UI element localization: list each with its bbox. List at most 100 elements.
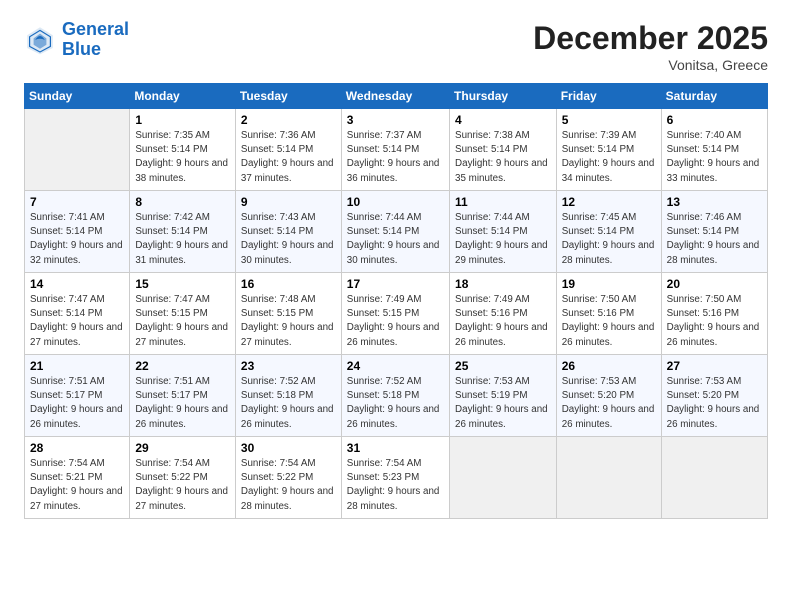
- weekday-header: Sunday: [25, 84, 130, 109]
- cell-info: Sunrise: 7:54 AMSunset: 5:23 PMDaylight:…: [347, 458, 440, 512]
- day-number: 12: [562, 195, 656, 209]
- calendar-cell: 16 Sunrise: 7:48 AMSunset: 5:15 PMDaylig…: [235, 273, 341, 355]
- calendar-cell: 20 Sunrise: 7:50 AMSunset: 5:16 PMDaylig…: [661, 273, 767, 355]
- calendar-cell: 27 Sunrise: 7:53 AMSunset: 5:20 PMDaylig…: [661, 355, 767, 437]
- cell-info: Sunrise: 7:38 AMSunset: 5:14 PMDaylight:…: [455, 130, 548, 184]
- calendar-week: 28 Sunrise: 7:54 AMSunset: 5:21 PMDaylig…: [25, 437, 768, 519]
- weekday-header: Tuesday: [235, 84, 341, 109]
- cell-info: Sunrise: 7:44 AMSunset: 5:14 PMDaylight:…: [455, 212, 548, 266]
- cell-info: Sunrise: 7:49 AMSunset: 5:15 PMDaylight:…: [347, 294, 440, 348]
- logo-text: General Blue: [62, 20, 129, 60]
- day-number: 10: [347, 195, 444, 209]
- calendar-cell: 29 Sunrise: 7:54 AMSunset: 5:22 PMDaylig…: [130, 437, 236, 519]
- cell-info: Sunrise: 7:46 AMSunset: 5:14 PMDaylight:…: [667, 212, 760, 266]
- day-number: 5: [562, 113, 656, 127]
- logo: General Blue: [24, 20, 129, 60]
- cell-info: Sunrise: 7:54 AMSunset: 5:22 PMDaylight:…: [241, 458, 334, 512]
- day-number: 26: [562, 359, 656, 373]
- cell-info: Sunrise: 7:40 AMSunset: 5:14 PMDaylight:…: [667, 130, 760, 184]
- day-number: 24: [347, 359, 444, 373]
- calendar-cell: 25 Sunrise: 7:53 AMSunset: 5:19 PMDaylig…: [450, 355, 557, 437]
- calendar-cell: [25, 109, 130, 191]
- day-number: 15: [135, 277, 230, 291]
- calendar-cell: 1 Sunrise: 7:35 AMSunset: 5:14 PMDayligh…: [130, 109, 236, 191]
- calendar-cell: 31 Sunrise: 7:54 AMSunset: 5:23 PMDaylig…: [341, 437, 449, 519]
- day-number: 11: [455, 195, 551, 209]
- day-number: 18: [455, 277, 551, 291]
- calendar-cell: 23 Sunrise: 7:52 AMSunset: 5:18 PMDaylig…: [235, 355, 341, 437]
- logo-icon: [24, 24, 56, 56]
- cell-info: Sunrise: 7:37 AMSunset: 5:14 PMDaylight:…: [347, 130, 440, 184]
- calendar-cell: 8 Sunrise: 7:42 AMSunset: 5:14 PMDayligh…: [130, 191, 236, 273]
- day-number: 8: [135, 195, 230, 209]
- day-number: 22: [135, 359, 230, 373]
- cell-info: Sunrise: 7:47 AMSunset: 5:15 PMDaylight:…: [135, 294, 228, 348]
- cell-info: Sunrise: 7:43 AMSunset: 5:14 PMDaylight:…: [241, 212, 334, 266]
- calendar-cell: 17 Sunrise: 7:49 AMSunset: 5:15 PMDaylig…: [341, 273, 449, 355]
- calendar-cell: 19 Sunrise: 7:50 AMSunset: 5:16 PMDaylig…: [556, 273, 661, 355]
- weekday-header: Thursday: [450, 84, 557, 109]
- weekday-header: Wednesday: [341, 84, 449, 109]
- calendar-cell: 18 Sunrise: 7:49 AMSunset: 5:16 PMDaylig…: [450, 273, 557, 355]
- calendar-cell: 28 Sunrise: 7:54 AMSunset: 5:21 PMDaylig…: [25, 437, 130, 519]
- cell-info: Sunrise: 7:49 AMSunset: 5:16 PMDaylight:…: [455, 294, 548, 348]
- calendar-cell: [661, 437, 767, 519]
- month-title: December 2025: [533, 20, 768, 57]
- calendar-cell: 4 Sunrise: 7:38 AMSunset: 5:14 PMDayligh…: [450, 109, 557, 191]
- calendar-week: 21 Sunrise: 7:51 AMSunset: 5:17 PMDaylig…: [25, 355, 768, 437]
- day-number: 13: [667, 195, 762, 209]
- day-number: 29: [135, 441, 230, 455]
- calendar-cell: [556, 437, 661, 519]
- cell-info: Sunrise: 7:44 AMSunset: 5:14 PMDaylight:…: [347, 212, 440, 266]
- subtitle: Vonitsa, Greece: [533, 57, 768, 73]
- day-number: 20: [667, 277, 762, 291]
- calendar-cell: 30 Sunrise: 7:54 AMSunset: 5:22 PMDaylig…: [235, 437, 341, 519]
- cell-info: Sunrise: 7:48 AMSunset: 5:15 PMDaylight:…: [241, 294, 334, 348]
- logo-general: General: [62, 19, 129, 39]
- cell-info: Sunrise: 7:39 AMSunset: 5:14 PMDaylight:…: [562, 130, 655, 184]
- calendar-week: 7 Sunrise: 7:41 AMSunset: 5:14 PMDayligh…: [25, 191, 768, 273]
- calendar-cell: 5 Sunrise: 7:39 AMSunset: 5:14 PMDayligh…: [556, 109, 661, 191]
- calendar-week: 14 Sunrise: 7:47 AMSunset: 5:14 PMDaylig…: [25, 273, 768, 355]
- cell-info: Sunrise: 7:53 AMSunset: 5:20 PMDaylight:…: [667, 376, 760, 430]
- cell-info: Sunrise: 7:54 AMSunset: 5:21 PMDaylight:…: [30, 458, 123, 512]
- day-number: 6: [667, 113, 762, 127]
- day-number: 25: [455, 359, 551, 373]
- calendar-table: SundayMondayTuesdayWednesdayThursdayFrid…: [24, 83, 768, 519]
- cell-info: Sunrise: 7:51 AMSunset: 5:17 PMDaylight:…: [30, 376, 123, 430]
- calendar-cell: 15 Sunrise: 7:47 AMSunset: 5:15 PMDaylig…: [130, 273, 236, 355]
- cell-info: Sunrise: 7:54 AMSunset: 5:22 PMDaylight:…: [135, 458, 228, 512]
- calendar-cell: 7 Sunrise: 7:41 AMSunset: 5:14 PMDayligh…: [25, 191, 130, 273]
- title-block: December 2025 Vonitsa, Greece: [533, 20, 768, 73]
- calendar-week: 1 Sunrise: 7:35 AMSunset: 5:14 PMDayligh…: [25, 109, 768, 191]
- weekday-header: Saturday: [661, 84, 767, 109]
- calendar-cell: 26 Sunrise: 7:53 AMSunset: 5:20 PMDaylig…: [556, 355, 661, 437]
- cell-info: Sunrise: 7:45 AMSunset: 5:14 PMDaylight:…: [562, 212, 655, 266]
- day-number: 30: [241, 441, 336, 455]
- day-number: 14: [30, 277, 124, 291]
- calendar-cell: 2 Sunrise: 7:36 AMSunset: 5:14 PMDayligh…: [235, 109, 341, 191]
- day-number: 2: [241, 113, 336, 127]
- cell-info: Sunrise: 7:35 AMSunset: 5:14 PMDaylight:…: [135, 130, 228, 184]
- cell-info: Sunrise: 7:47 AMSunset: 5:14 PMDaylight:…: [30, 294, 123, 348]
- calendar-cell: 24 Sunrise: 7:52 AMSunset: 5:18 PMDaylig…: [341, 355, 449, 437]
- header-row: SundayMondayTuesdayWednesdayThursdayFrid…: [25, 84, 768, 109]
- day-number: 16: [241, 277, 336, 291]
- day-number: 1: [135, 113, 230, 127]
- cell-info: Sunrise: 7:52 AMSunset: 5:18 PMDaylight:…: [347, 376, 440, 430]
- weekday-header: Monday: [130, 84, 236, 109]
- cell-info: Sunrise: 7:42 AMSunset: 5:14 PMDaylight:…: [135, 212, 228, 266]
- day-number: 31: [347, 441, 444, 455]
- cell-info: Sunrise: 7:36 AMSunset: 5:14 PMDaylight:…: [241, 130, 334, 184]
- page: General Blue December 2025 Vonitsa, Gree…: [0, 0, 792, 612]
- day-number: 21: [30, 359, 124, 373]
- cell-info: Sunrise: 7:50 AMSunset: 5:16 PMDaylight:…: [562, 294, 655, 348]
- calendar-cell: 22 Sunrise: 7:51 AMSunset: 5:17 PMDaylig…: [130, 355, 236, 437]
- cell-info: Sunrise: 7:53 AMSunset: 5:19 PMDaylight:…: [455, 376, 548, 430]
- calendar-cell: 11 Sunrise: 7:44 AMSunset: 5:14 PMDaylig…: [450, 191, 557, 273]
- calendar-cell: 3 Sunrise: 7:37 AMSunset: 5:14 PMDayligh…: [341, 109, 449, 191]
- cell-info: Sunrise: 7:53 AMSunset: 5:20 PMDaylight:…: [562, 376, 655, 430]
- cell-info: Sunrise: 7:52 AMSunset: 5:18 PMDaylight:…: [241, 376, 334, 430]
- calendar-cell: [450, 437, 557, 519]
- day-number: 28: [30, 441, 124, 455]
